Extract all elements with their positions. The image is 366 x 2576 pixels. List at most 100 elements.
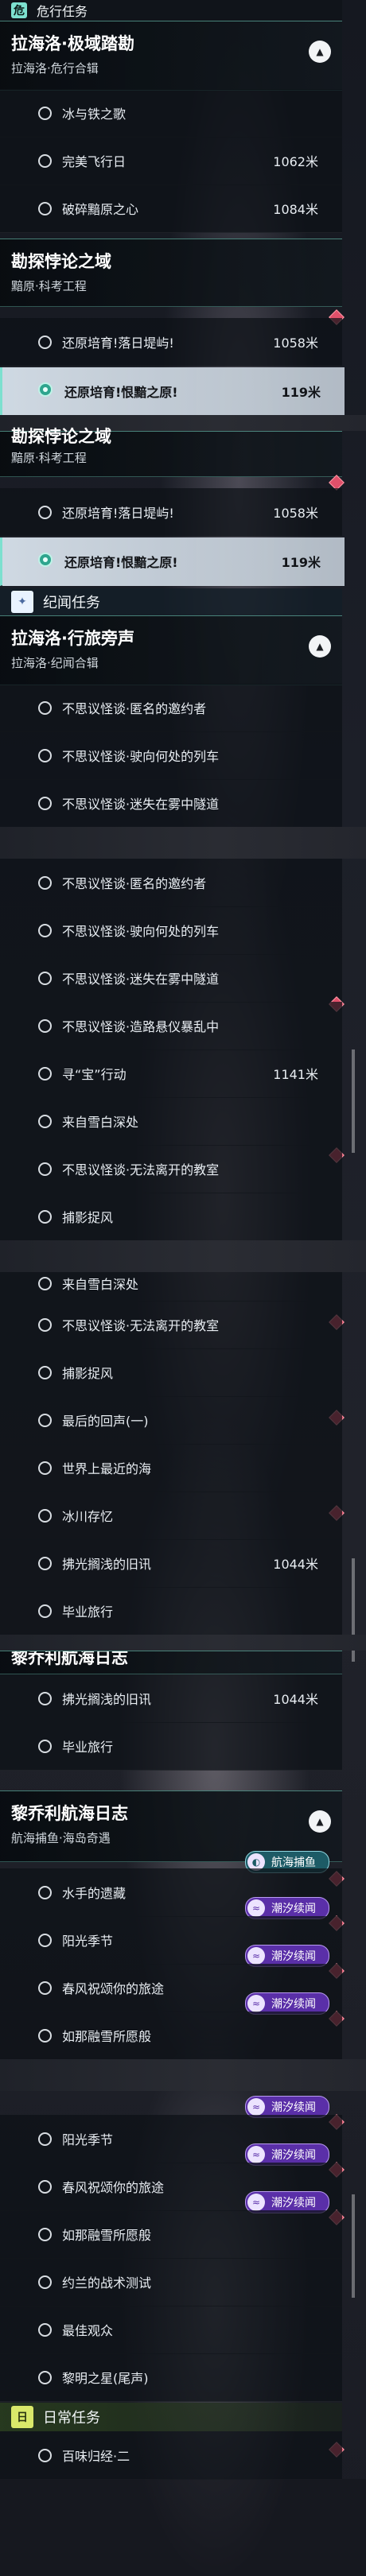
- quest-header-lahailuo-jiyu[interactable]: 拉海洛·极域踏勘 拉海洛·危行合辑 ▲: [0, 21, 342, 91]
- quest-subtitle: 拉海洛·危行合辑: [11, 61, 99, 76]
- quest-item[interactable]: 捕影捉风: [0, 1348, 342, 1397]
- quest-item[interactable]: 百味归经·二: [0, 2431, 342, 2480]
- quest-item[interactable]: 不思议怪谈·驶向何处的列车: [0, 731, 342, 780]
- section-title: 纪闻任务: [43, 595, 100, 611]
- item-label: 还原培育!落日堤屿!: [62, 336, 174, 351]
- scrollbar-thumb[interactable]: [352, 2194, 355, 2298]
- circle-icon: [38, 1461, 52, 1475]
- circle-icon: [38, 2029, 52, 2043]
- quest-item[interactable]: 不思议怪谈·无法离开的教室: [0, 1145, 342, 1193]
- quest-title: 黎乔利航海日志: [11, 1651, 128, 1667]
- badge-label: 潮汐续闻: [271, 1903, 316, 1915]
- quest-item[interactable]: 完美飞行日 1062米: [0, 137, 342, 185]
- quest-header-kantan-partial[interactable]: 勘探悖论之域 黯原·科考工程: [0, 427, 342, 477]
- wave-icon: ≈: [247, 2194, 265, 2211]
- item-label: 不思议怪谈·迷失在雾中隧道: [62, 797, 220, 812]
- quest-item[interactable]: 不思议怪谈·无法离开的教室: [0, 1301, 342, 1349]
- quest-item[interactable]: 还原培育!落日堤屿! 1058米: [0, 318, 342, 367]
- quest-header-kantan[interactable]: 勘探悖论之域 黯原·科考工程: [0, 239, 342, 307]
- circle-icon: [38, 2323, 52, 2337]
- item-label: 如那融雪所愿般: [62, 2228, 152, 2243]
- quest-item[interactable]: 如那融雪所愿般: [0, 2012, 342, 2060]
- section-daily[interactable]: 日 日常任务: [0, 2403, 342, 2431]
- quest-item[interactable]: 黎明之星(尾声): [0, 2353, 342, 2402]
- quest-subtitle: 黯原·科考工程: [11, 451, 87, 465]
- circle-icon: [38, 1115, 52, 1128]
- chevron-up-icon[interactable]: ▲: [309, 41, 331, 63]
- item-label: 百味归经·二: [62, 2449, 130, 2464]
- circle-icon: [38, 336, 52, 349]
- quest-item[interactable]: 不思议怪谈·匿名的邀约者: [0, 684, 342, 732]
- quest-item[interactable]: 拂光搁浅的旧讯 1044米: [0, 1674, 342, 1723]
- item-distance: 119米: [281, 555, 321, 570]
- wave-icon: ≈: [247, 1947, 265, 1965]
- target-icon: [38, 382, 53, 397]
- quest-item[interactable]: 不思议怪谈·匿名的邀约者: [0, 859, 342, 907]
- quest-item[interactable]: 不思议怪谈·驶向何处的列车: [0, 906, 342, 955]
- section-title: 日常任务: [43, 2410, 100, 2427]
- quest-item[interactable]: 如那融雪所愿般: [0, 2210, 342, 2259]
- quest-item[interactable]: 冰川存忆: [0, 1492, 342, 1540]
- item-label: 约兰的战术测试: [62, 2275, 152, 2291]
- chevron-up-icon[interactable]: ▲: [309, 635, 331, 658]
- item-distance: 1141米: [273, 1067, 318, 1082]
- circle-icon: [38, 1162, 52, 1176]
- item-label: 阳光季节: [62, 1934, 114, 1949]
- quest-item[interactable]: 毕业旅行: [0, 1587, 342, 1635]
- quest-item-tracked[interactable]: 还原培育!恨黯之原! 119米: [0, 367, 345, 416]
- divider: [0, 1240, 366, 1272]
- item-label: 冰与铁之歌: [62, 107, 127, 122]
- quest-title: 拉海洛·极域踏勘: [11, 34, 134, 53]
- quest-item[interactable]: 冰与铁之歌: [0, 89, 342, 138]
- item-distance: 1062米: [273, 154, 318, 169]
- bottom-fill: [0, 2479, 366, 2576]
- circle-icon: [38, 2132, 52, 2146]
- item-label: 毕业旅行: [62, 1740, 114, 1755]
- item-label: 最佳观众: [62, 2323, 114, 2338]
- quest-item[interactable]: 毕业旅行: [0, 1722, 342, 1771]
- circle-icon: [38, 1277, 52, 1290]
- quest-subtitle: 黯原·科考工程: [11, 279, 87, 293]
- item-label: 黎明之星(尾声): [62, 2371, 149, 2386]
- item-label: 不思议怪谈·无法离开的教室: [62, 1318, 220, 1333]
- scrollbar-thumb[interactable]: [352, 1049, 355, 1153]
- section-danger[interactable]: 危 危行任务: [0, 0, 342, 21]
- circle-icon: [38, 1019, 52, 1033]
- circle-icon: [38, 1414, 52, 1427]
- circle-icon: [38, 1509, 52, 1523]
- quest-item[interactable]: 寻“宝”行动 1141米: [0, 1049, 342, 1098]
- quest-item[interactable]: 来自雪白深处: [0, 1097, 342, 1146]
- quest-header-lahailuo-lvpang[interactable]: 拉海洛·行旅旁声 拉海洛·纪闻合辑 ▲: [0, 615, 342, 685]
- quest-item[interactable]: 最后的回声(一): [0, 1396, 342, 1445]
- quest-item[interactable]: 不思议怪谈·迷失在雾中隧道: [0, 779, 342, 828]
- quest-header-liqiaoli-partial[interactable]: 黎乔利航海日志: [0, 1651, 342, 1674]
- quest-item[interactable]: 还原培育!落日堤屿! 1058米: [0, 488, 342, 537]
- circle-icon: [38, 924, 52, 937]
- quest-item[interactable]: 捕影捉风: [0, 1193, 342, 1241]
- section-explore[interactable]: ✦ 纪闻任务: [0, 588, 342, 615]
- circle-icon: [38, 1692, 52, 1705]
- item-label: 还原培育!落日堤屿!: [62, 506, 174, 521]
- item-distance: 1058米: [273, 336, 318, 351]
- item-distance: 119米: [281, 385, 321, 400]
- chevron-up-icon[interactable]: ▲: [309, 1810, 331, 1833]
- quest-item[interactable]: 不思议怪谈·迷失在雾中隧道: [0, 954, 342, 1003]
- divider: [0, 2059, 366, 2091]
- quest-item-tracked[interactable]: 还原培育!恨黯之原! 119米: [0, 537, 345, 586]
- quest-item[interactable]: 约兰的战术测试: [0, 2258, 342, 2306]
- circle-icon: [38, 701, 52, 715]
- item-distance: 1084米: [273, 202, 318, 217]
- quest-item[interactable]: 拂光搁浅的旧讯 1044米: [0, 1539, 342, 1588]
- item-label: 拂光搁浅的旧讯: [62, 1692, 152, 1707]
- quest-subtitle: 拉海洛·纪闻合辑: [11, 656, 99, 670]
- quest-item-partial[interactable]: 来自雪白深处: [0, 1272, 342, 1302]
- circle-icon: [38, 749, 52, 762]
- quest-item[interactable]: 破碎黯原之心 1084米: [0, 184, 342, 233]
- quest-item[interactable]: 最佳观众: [0, 2306, 342, 2354]
- circle-icon: [38, 1557, 52, 1570]
- quest-item[interactable]: 不思议怪谈·造路悬仪暴乱中: [0, 1002, 342, 1050]
- item-label: 还原培育!恨黯之原!: [64, 385, 178, 400]
- quest-item[interactable]: 世界上最近的海: [0, 1444, 342, 1492]
- section-title: 危行任务: [37, 4, 88, 19]
- circle-icon: [38, 2275, 52, 2289]
